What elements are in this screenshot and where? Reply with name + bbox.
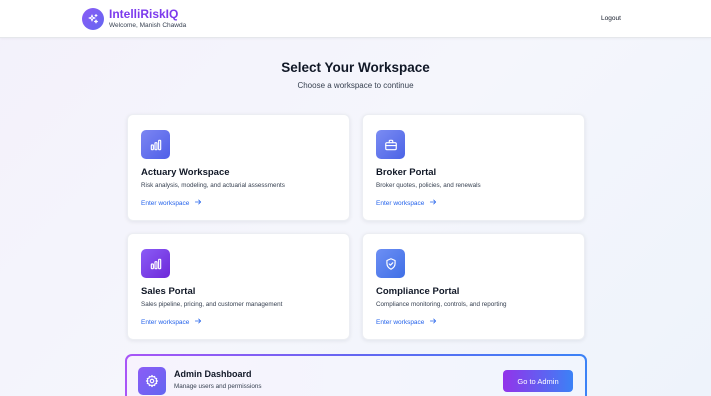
page-subtitle: Choose a workspace to continue xyxy=(297,81,414,90)
workspace-title: Sales Portal xyxy=(141,286,196,297)
enter-workspace-link[interactable]: Enter workspace xyxy=(376,317,437,328)
workspace-title: Broker Portal xyxy=(376,167,437,178)
enter-workspace-link[interactable]: Enter workspace xyxy=(141,198,202,209)
gear-icon xyxy=(138,367,166,395)
workspace-description: Compliance monitoring, controls, and rep… xyxy=(376,301,507,308)
workspace-card-broker[interactable]: Broker Portal Broker quotes, policies, a… xyxy=(362,114,585,221)
arrow-right-icon xyxy=(194,198,202,209)
top-bar: IntelliRiskIQ Welcome, Manish Chawda Log… xyxy=(0,0,711,38)
briefcase-icon xyxy=(376,130,405,159)
workspace-description: Sales pipeline, pricing, and customer ma… xyxy=(141,301,283,308)
workspace-description: Broker quotes, policies, and renewals xyxy=(376,182,481,189)
bar-chart-icon xyxy=(141,130,170,159)
enter-workspace-link[interactable]: Enter workspace xyxy=(376,198,437,209)
arrow-right-icon xyxy=(429,317,437,328)
app-title: IntelliRiskIQ xyxy=(109,7,179,21)
arrow-right-icon xyxy=(429,198,437,209)
workspace-card-sales[interactable]: Sales Portal Sales pipeline, pricing, an… xyxy=(127,233,350,340)
admin-description: Manage users and permissions xyxy=(174,383,262,390)
enter-workspace-link[interactable]: Enter workspace xyxy=(141,317,202,328)
arrow-right-icon xyxy=(194,317,202,328)
workspace-card-compliance[interactable]: Compliance Portal Compliance monitoring,… xyxy=(362,233,585,340)
bar-chart-icon xyxy=(141,249,170,278)
workspace-card-actuary[interactable]: Actuary Workspace Risk analysis, modelin… xyxy=(127,114,350,221)
enter-workspace-label: Enter workspace xyxy=(376,200,425,207)
enter-workspace-label: Enter workspace xyxy=(141,200,190,207)
logout-button[interactable]: Logout xyxy=(601,15,621,23)
enter-workspace-label: Enter workspace xyxy=(141,319,190,326)
page-title: Select Your Workspace xyxy=(281,60,430,75)
workspace-description: Risk analysis, modeling, and actuarial a… xyxy=(141,182,285,189)
sparkles-icon xyxy=(82,8,104,30)
admin-dashboard-card: Admin Dashboard Manage users and permiss… xyxy=(125,354,587,396)
shield-check-icon xyxy=(376,249,405,278)
enter-workspace-label: Enter workspace xyxy=(376,319,425,326)
admin-title: Admin Dashboard xyxy=(174,369,252,379)
go-to-admin-button[interactable]: Go to Admin xyxy=(503,370,573,392)
workspace-title: Actuary Workspace xyxy=(141,167,230,178)
workspace-title: Compliance Portal xyxy=(376,286,460,297)
admin-dashboard-panel: Admin Dashboard Manage users and permiss… xyxy=(127,356,585,396)
welcome-text: Welcome, Manish Chawda xyxy=(109,22,187,29)
